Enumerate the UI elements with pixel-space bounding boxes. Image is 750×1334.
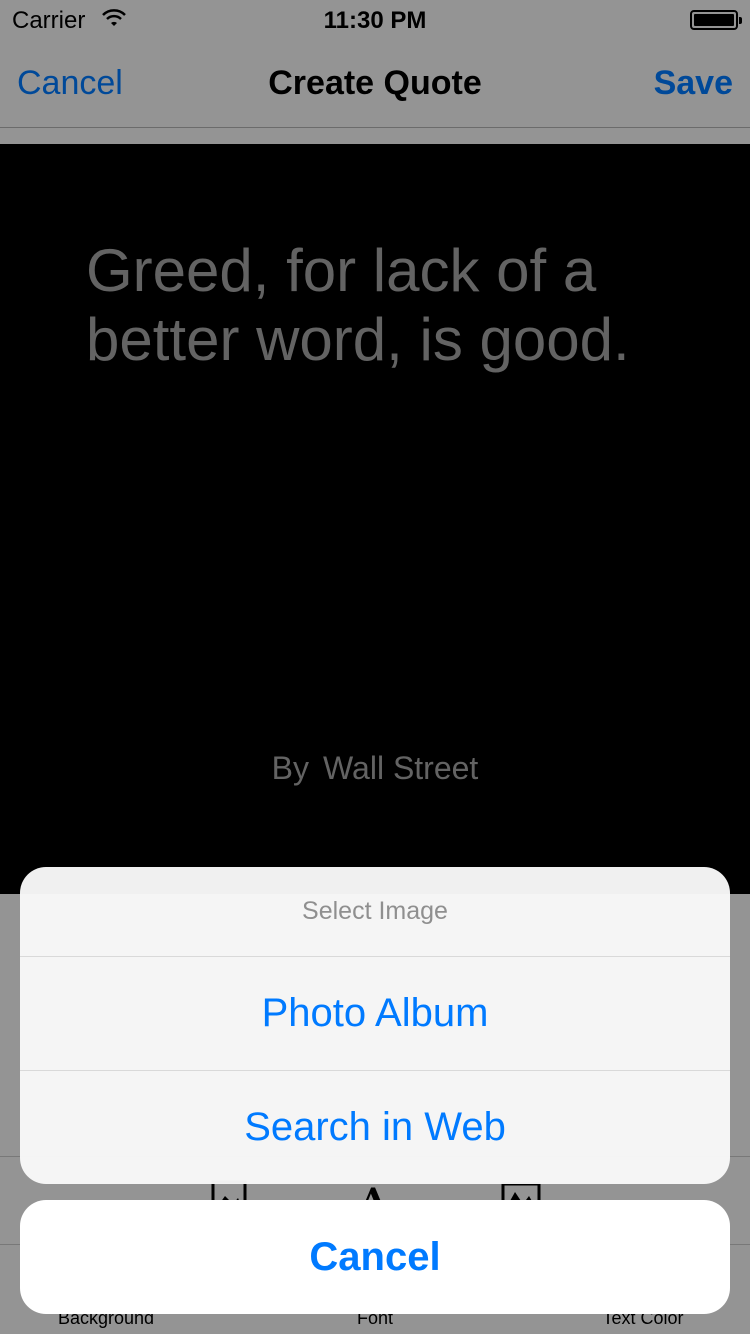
photo-album-option[interactable]: Photo Album xyxy=(20,957,730,1071)
create-quote-screen: Carrier 11:30 PM Cancel Create Quote Sav… xyxy=(0,0,750,1334)
action-sheet-cancel-button[interactable]: Cancel xyxy=(20,1200,730,1314)
select-image-action-sheet: Select Image Photo Album Search in Web xyxy=(20,867,730,1184)
action-sheet-title: Select Image xyxy=(20,867,730,957)
search-in-web-option[interactable]: Search in Web xyxy=(20,1071,730,1183)
